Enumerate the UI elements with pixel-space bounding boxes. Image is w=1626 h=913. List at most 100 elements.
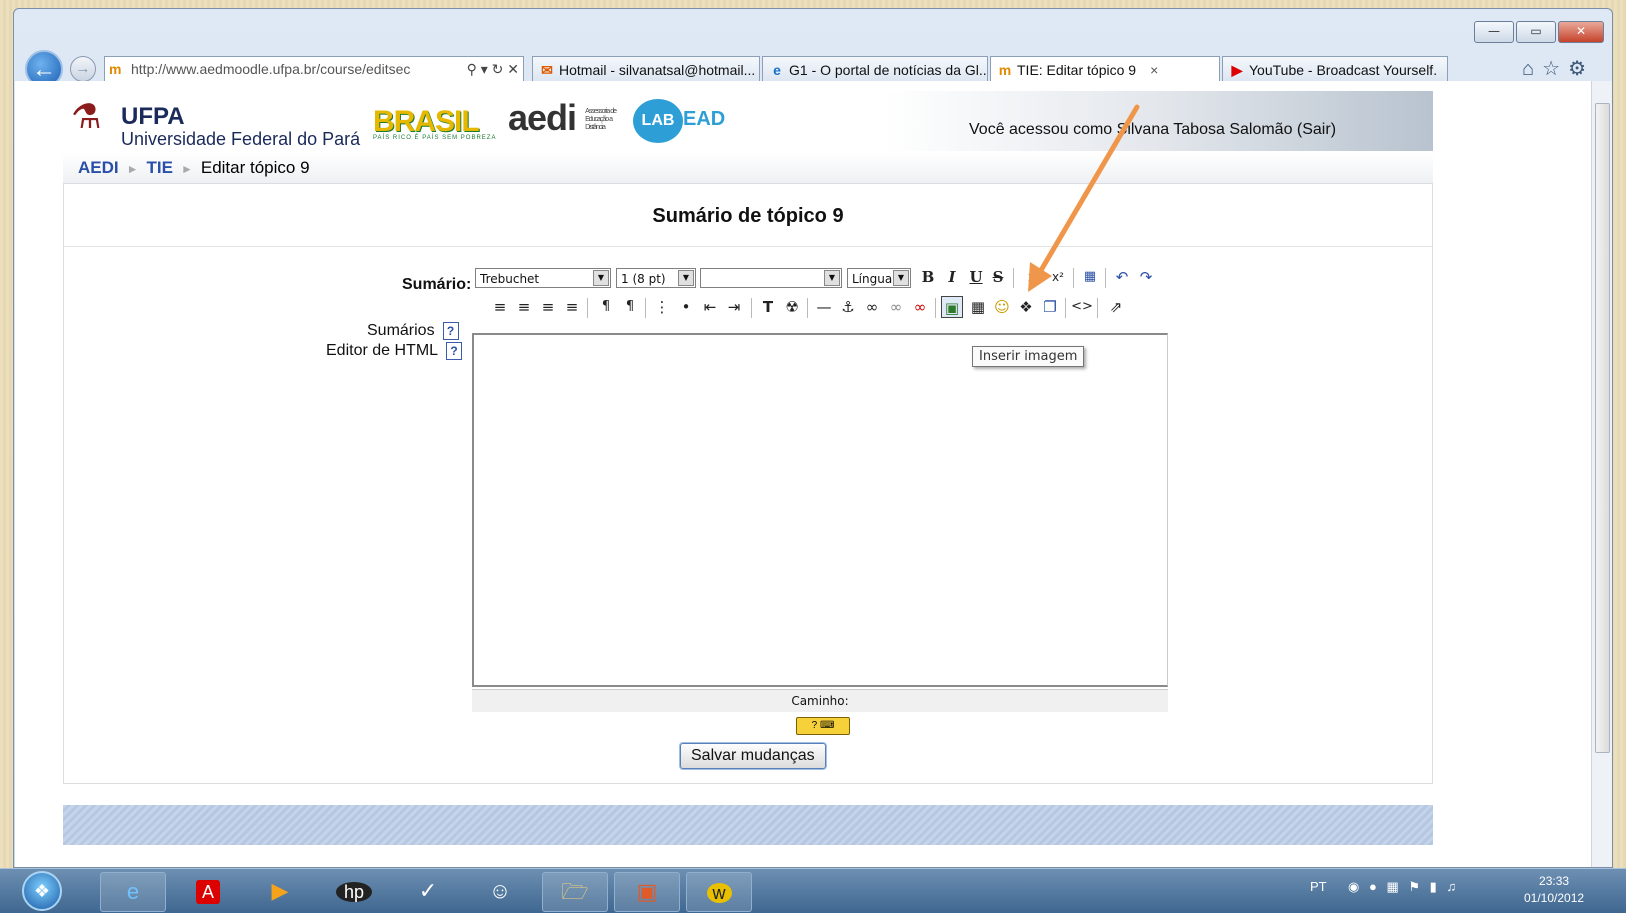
font-select[interactable]: Trebuchet ▼	[475, 268, 611, 288]
maximize-button[interactable]: ▭	[1516, 21, 1556, 43]
address-bar[interactable]: m http://www.aedmoodle.ufpa.br/course/ed…	[104, 56, 524, 82]
tab-label: YouTube - Broadcast Yourself.	[1249, 62, 1438, 78]
language-indicator[interactable]: PT	[1310, 879, 1326, 894]
style-select[interactable]: ▼	[700, 268, 842, 288]
close-tab-icon[interactable]: ×	[1150, 62, 1158, 78]
aedi-tagline: Assessoria de Educação a Distância	[585, 108, 617, 132]
help-icon[interactable]: ?	[442, 322, 459, 340]
rtl-icon[interactable]: ¶	[619, 296, 641, 318]
background-color-icon[interactable]: ☢	[781, 296, 803, 318]
web-page: ⚗ UFPA Universidade Federal do Pará BRAS…	[15, 81, 1591, 867]
start-button[interactable]: ❖	[22, 871, 62, 911]
taskbar-app-icon[interactable]: w	[686, 872, 752, 912]
align-left-icon[interactable]: ≡	[489, 296, 511, 318]
close-window-button[interactable]: ✕	[1558, 21, 1604, 43]
aedi-logo: aedi Assessoria de Educação a Distância	[508, 97, 625, 139]
home-icon[interactable]: ⌂	[1522, 58, 1542, 80]
breadcrumb-tie[interactable]: TIE	[147, 158, 173, 177]
indent-icon[interactable]: ⇥	[723, 296, 745, 318]
language-select[interactable]: Língua ▼	[847, 268, 911, 288]
tab-tie-editar[interactable]: m TIE: Editar tópico 9 ×	[990, 56, 1220, 82]
avira-tray-icon[interactable]: ◉	[1348, 879, 1359, 894]
anchor-icon[interactable]: ⚓	[837, 296, 859, 318]
insert-image-tooltip: Inserir imagem	[972, 346, 1085, 367]
subscript-icon[interactable]: x₂	[1023, 266, 1045, 288]
taskbar-avira-icon[interactable]: A	[176, 872, 240, 910]
save-changes-button[interactable]: Salvar mudanças	[680, 743, 826, 769]
special-char-icon[interactable]: ❖	[1015, 296, 1037, 318]
insert-image-icon[interactable]: ▣	[941, 296, 963, 318]
align-center-icon[interactable]: ≡	[513, 296, 535, 318]
size-select[interactable]: 1 (8 pt) ▼	[616, 268, 696, 288]
taskbar-hp-icon[interactable]: hp	[322, 872, 386, 910]
mail-icon: ✉	[541, 62, 553, 78]
redo-icon[interactable]: ↷	[1135, 266, 1157, 288]
tab-strip: ✉ Hotmail - silvanatsal@hotmail... e G1 - …	[532, 56, 1448, 82]
html-editor-area[interactable]	[472, 333, 1168, 687]
link-icon[interactable]: ∞	[861, 296, 883, 318]
clean-word-icon[interactable]: ▦	[1079, 266, 1101, 288]
browser-window: — ▭ ✕ ← → m http://www.aedmoodle.ufpa.br…	[13, 8, 1613, 868]
ordered-list-icon[interactable]: ⋮	[651, 296, 673, 318]
html-source-icon[interactable]: <>	[1071, 296, 1093, 318]
system-tray: PT ◉ ● ▦ ⚑ ▮ ♫	[1310, 879, 1456, 895]
nolink-icon[interactable]: ∞	[909, 296, 931, 318]
text-color-icon[interactable]: T	[757, 296, 779, 318]
dropdown-icon: ▼	[593, 270, 609, 286]
horizontal-rule-icon[interactable]: —	[813, 296, 835, 318]
tray-app-icon[interactable]: ●	[1369, 879, 1377, 894]
signal-icon[interactable]: ▮	[1430, 879, 1437, 894]
login-info[interactable]: Você acessou como Silvana Tabosa Salomão…	[969, 121, 1336, 139]
search-replace-icon[interactable]: ❐	[1039, 296, 1061, 318]
superscript-icon[interactable]: x²	[1047, 266, 1069, 288]
kbd-help-label: ?	[811, 720, 818, 731]
taskbar-media-icon[interactable]: ▶	[248, 872, 312, 910]
underline-icon[interactable]: U	[965, 266, 987, 288]
taskbar-check-icon[interactable]: ✓	[396, 872, 460, 910]
taskbar-powerpoint-icon[interactable]: ▣	[614, 872, 680, 912]
help-icon[interactable]: ?	[446, 342, 463, 360]
tray-network-icon[interactable]: ▦	[1386, 879, 1398, 894]
ltr-icon[interactable]: ¶	[595, 296, 617, 318]
size-value: 1 (8 pt)	[621, 272, 666, 286]
taskbar-ie-icon[interactable]: e	[100, 872, 166, 912]
summary-label: Sumário:	[402, 276, 472, 293]
moodle-icon: m	[998, 62, 1012, 78]
ufpa-crest-icon: ⚗	[71, 98, 102, 136]
favorites-star-icon[interactable]: ☆	[1542, 58, 1568, 80]
italic-icon[interactable]: I	[941, 266, 963, 288]
bold-icon[interactable]: B	[917, 266, 939, 288]
breadcrumb-aedi[interactable]: AEDI	[78, 158, 119, 177]
toolbar-separator	[645, 298, 646, 318]
tab-hotmail[interactable]: ✉ Hotmail - silvanatsal@hotmail...	[532, 56, 760, 82]
scrollbar-thumb[interactable]	[1595, 103, 1610, 753]
smiley-icon[interactable]: ☺	[991, 296, 1013, 318]
unlink-icon[interactable]: ∞	[885, 296, 907, 318]
page-title: Sumário de tópico 9	[652, 205, 844, 227]
tab-g1[interactable]: e G1 - O portal de notícias da Gl...	[762, 56, 988, 82]
justify-icon[interactable]: ≡	[561, 296, 583, 318]
fullscreen-icon[interactable]: ⇗	[1105, 296, 1127, 318]
tab-youtube[interactable]: ▶ YouTube - Broadcast Yourself.	[1222, 56, 1448, 82]
taskbar-people-icon[interactable]: ☺	[468, 872, 532, 910]
unordered-list-icon[interactable]: •	[675, 296, 697, 318]
outdent-icon[interactable]: ⇤	[699, 296, 721, 318]
settings-gear-icon[interactable]: ⚙	[1568, 58, 1594, 80]
labead-logo: LAB EAD	[633, 99, 725, 143]
address-tools[interactable]: ⚲ ▾ ↻ ✕	[462, 57, 519, 81]
insert-table-icon[interactable]: ▦	[967, 296, 989, 318]
action-center-flag-icon[interactable]: ⚑	[1408, 879, 1420, 894]
help-sumarios-label: Sumários	[367, 322, 435, 340]
minimize-button[interactable]: —	[1474, 21, 1514, 43]
taskbar-explorer-icon[interactable]: 🗁	[542, 872, 608, 912]
keyboard-shortcuts-icon[interactable]: ? ⌨	[796, 717, 850, 735]
align-right-icon[interactable]: ≡	[537, 296, 559, 318]
system-clock[interactable]: 23:33 01/10/2012	[1524, 873, 1584, 907]
volume-icon[interactable]: ♫	[1446, 879, 1456, 894]
vertical-scrollbar[interactable]	[1591, 81, 1612, 867]
undo-icon[interactable]: ↶	[1111, 266, 1133, 288]
divider	[64, 246, 1432, 247]
forward-button[interactable]: →	[70, 56, 96, 82]
tab-label: Hotmail - silvanatsal@hotmail...	[559, 62, 756, 78]
strikethrough-icon[interactable]: S	[987, 266, 1009, 288]
